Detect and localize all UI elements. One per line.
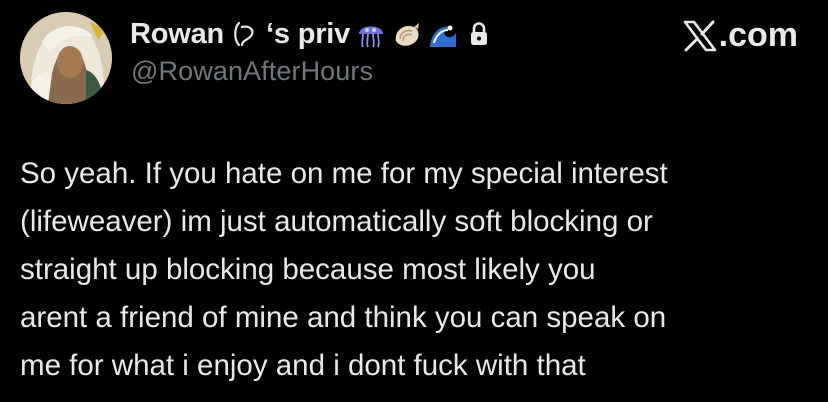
tweet-line: (lifeweaver) im just automatically soft … — [20, 205, 653, 238]
tweet-line: arent a friend of mine and think you can… — [20, 301, 667, 334]
display-name[interactable]: Rowan — [130, 18, 224, 51]
shell-icon — [392, 19, 422, 49]
avatar[interactable] — [20, 12, 112, 104]
parenthesis-shape-icon — [230, 19, 260, 49]
display-name-suffix[interactable]: ‘s priv — [266, 18, 350, 51]
tweet-line: straight up blocking because most likely… — [20, 253, 596, 286]
lock-icon — [468, 21, 490, 47]
brand-domain-label: .com — [718, 16, 798, 54]
brand-watermark: .com — [683, 16, 798, 55]
tweet-line: So yeah. If you hate on me for my specia… — [20, 157, 668, 190]
tweet-line: me for what i enjoy and i dont fuck with… — [20, 349, 586, 382]
tweet-card: Rowan ‘s priv @RowanAfterHours .com So y… — [0, 0, 828, 402]
x-logo-icon — [683, 20, 717, 52]
tweet-body: So yeah. If you hate on me for my specia… — [20, 150, 820, 390]
name-row: Rowan ‘s priv — [130, 14, 490, 54]
avatar-illustration — [20, 12, 112, 104]
jellyfish-icon — [356, 19, 386, 49]
wave-icon — [428, 19, 458, 49]
username-handle[interactable]: @RowanAfterHours — [131, 56, 373, 87]
